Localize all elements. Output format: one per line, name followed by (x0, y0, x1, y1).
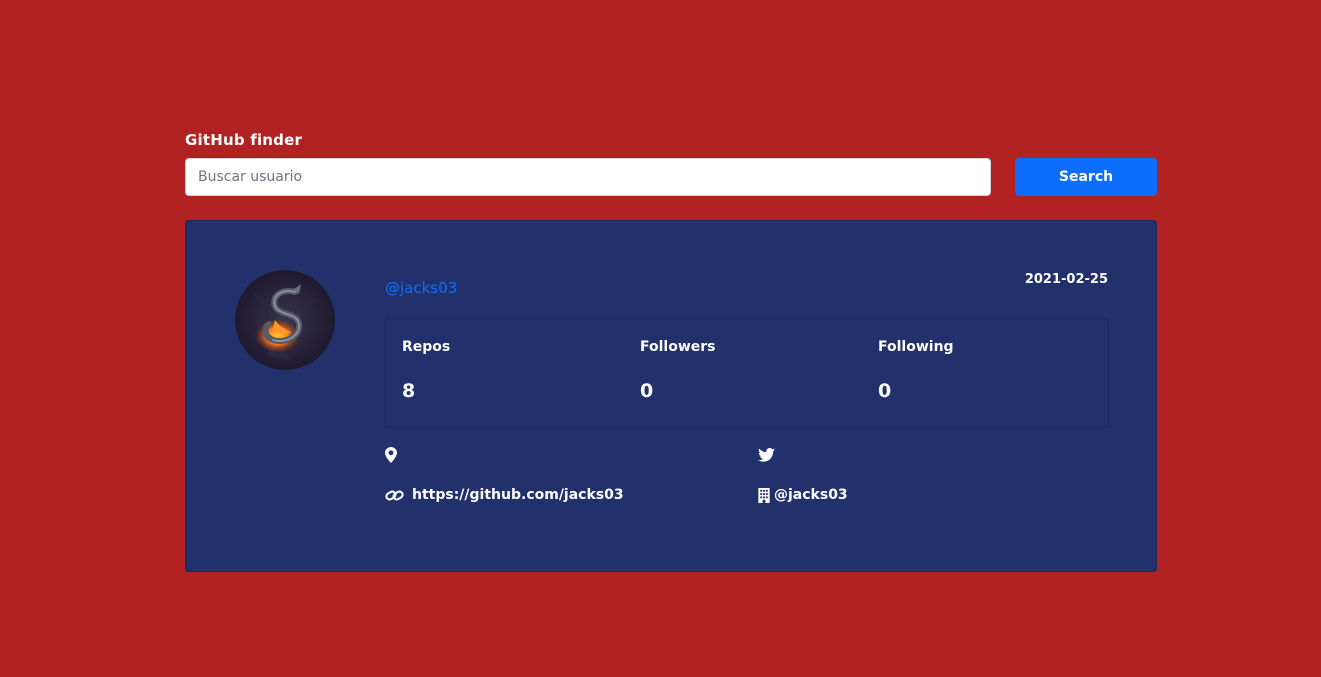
blog-link[interactable]: https://github.com/jacks03 (412, 487, 624, 503)
blog-info: https://github.com/jacks03 (385, 485, 624, 505)
twitter-icon (758, 448, 775, 462)
avatar (235, 270, 335, 370)
avatar-image (250, 284, 320, 360)
location-info (385, 445, 405, 465)
company-info: @jacks03 (758, 485, 848, 505)
username-link[interactable]: @jacks03 (385, 279, 457, 297)
search-row: Search (185, 158, 1157, 196)
stat-label: Following (878, 339, 954, 355)
link-icon (385, 488, 404, 503)
twitter-info (758, 445, 783, 465)
stat-followers: Followers 0 (640, 337, 860, 403)
stat-value: 8 (402, 380, 416, 402)
stat-label: Followers (640, 339, 716, 355)
search-input[interactable] (185, 158, 991, 196)
building-icon (758, 487, 770, 503)
app-title: GitHub finder (185, 131, 303, 149)
stats-box: Repos 8 Followers 0 Following 0 (385, 318, 1109, 428)
stat-value: 0 (640, 380, 654, 402)
company-text: @jacks03 (774, 487, 848, 503)
stat-repos: Repos 8 (402, 337, 622, 403)
stat-value: 0 (878, 380, 892, 402)
stat-label: Repos (402, 339, 451, 355)
search-button[interactable]: Search (1015, 158, 1157, 196)
stat-following: Following 0 (878, 337, 1098, 403)
map-marker-icon (385, 447, 397, 463)
profile-card: @jacks03 2021-02-25 Repos 8 Followers 0 … (185, 220, 1157, 572)
app-container: GitHub finder Search (185, 128, 1157, 572)
join-date: 2021-02-25 (1024, 272, 1108, 287)
